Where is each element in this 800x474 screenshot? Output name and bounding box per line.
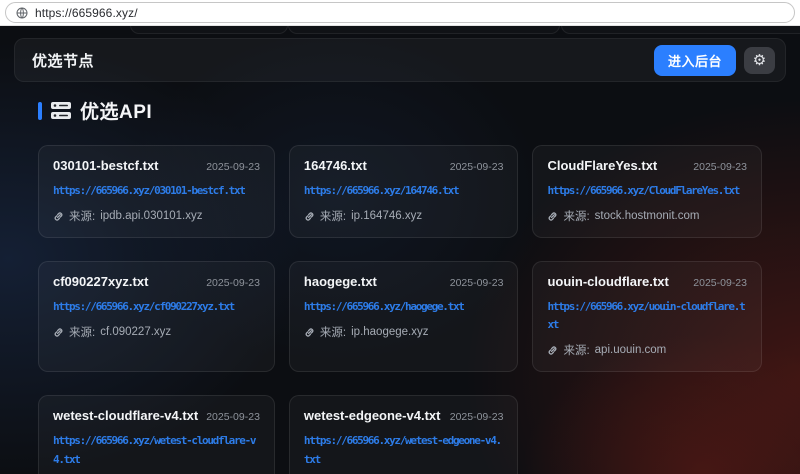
update-date: 2025-09-23 [206, 411, 260, 423]
link-icon [304, 327, 315, 338]
page-title: 优选节点 [32, 50, 654, 71]
file-name: cf090227xyz.txt [53, 274, 148, 289]
update-date: 2025-09-23 [450, 277, 504, 289]
globe-icon [16, 7, 28, 19]
api-card: 030101-bestcf.txt 2025-09-23 https://665… [38, 145, 275, 238]
file-url-link[interactable]: https://665966.xyz/uouin-cloudflare.txt [547, 298, 747, 334]
api-card-grid: 030101-bestcf.txt 2025-09-23 https://665… [38, 145, 762, 474]
scrolled-card-remnant [561, 26, 800, 34]
file-name: wetest-cloudflare-v4.txt [53, 408, 198, 423]
file-url-link[interactable]: https://665966.xyz/164746.txt [304, 182, 504, 200]
browser-chrome: https://665966.xyz/ [0, 0, 800, 26]
file-name: uouin-cloudflare.txt [547, 274, 668, 289]
address-bar[interactable]: https://665966.xyz/ [5, 2, 795, 23]
source-label: 来源: [320, 324, 346, 340]
file-url-link[interactable]: https://665966.xyz/CloudFlareYes.txt [547, 182, 747, 200]
api-card: wetest-edgeone-v4.txt 2025-09-23 https:/… [289, 395, 519, 474]
source-label: 来源: [320, 208, 346, 224]
file-name: haogege.txt [304, 274, 377, 289]
section-header: 优选API [38, 97, 762, 124]
update-date: 2025-09-23 [693, 277, 747, 289]
source-label: 来源: [69, 324, 95, 340]
update-date: 2025-09-23 [206, 277, 260, 289]
update-date: 2025-09-23 [450, 411, 504, 423]
link-icon [547, 345, 558, 356]
link-icon [304, 211, 315, 222]
api-card: 164746.txt 2025-09-23 https://665966.xyz… [289, 145, 519, 238]
source-label: 来源: [563, 342, 589, 358]
link-icon [53, 327, 64, 338]
file-url-link[interactable]: https://665966.xyz/wetest-cloudflare-v4.… [53, 432, 260, 468]
scrolled-card-remnant [130, 26, 288, 34]
api-card: haogege.txt 2025-09-23 https://665966.xy… [289, 261, 519, 372]
page-header: 优选节点 进入后台 ⚙ [14, 38, 786, 82]
api-card: cf090227xyz.txt 2025-09-23 https://66596… [38, 261, 275, 372]
source-label: 来源: [563, 208, 589, 224]
file-url-link[interactable]: https://665966.xyz/wetest-edgeone-v4.txt [304, 432, 504, 468]
settings-button[interactable]: ⚙ [744, 47, 775, 74]
scrolled-card-remnant [288, 26, 560, 34]
file-name: wetest-edgeone-v4.txt [304, 408, 441, 423]
link-icon [53, 211, 64, 222]
file-url-link[interactable]: https://665966.xyz/030101-bestcf.txt [53, 182, 260, 200]
server-stack-icon [51, 102, 71, 119]
file-url-link[interactable]: https://665966.xyz/cf090227xyz.txt [53, 298, 260, 316]
page-background: 优选节点 进入后台 ⚙ 优选API 030101-bestcf.txt 2025… [0, 26, 800, 474]
source-domain: ip.164746.xyz [351, 210, 422, 222]
section-title: 优选API [80, 97, 152, 124]
source-domain: api.uouin.com [595, 344, 667, 356]
update-date: 2025-09-23 [450, 161, 504, 173]
source-domain: cf.090227.xyz [100, 326, 171, 338]
source-domain: stock.hostmonit.com [595, 210, 700, 222]
update-date: 2025-09-23 [693, 161, 747, 173]
link-icon [547, 211, 558, 222]
update-date: 2025-09-23 [206, 161, 260, 173]
source-domain: ipdb.api.030101.xyz [100, 210, 202, 222]
api-card: wetest-cloudflare-v4.txt 2025-09-23 http… [38, 395, 275, 474]
file-name: 030101-bestcf.txt [53, 158, 159, 173]
file-url-link[interactable]: https://665966.xyz/haogege.txt [304, 298, 504, 316]
api-card: uouin-cloudflare.txt 2025-09-23 https://… [532, 261, 762, 372]
file-name: 164746.txt [304, 158, 367, 173]
source-label: 来源: [69, 208, 95, 224]
source-domain: ip.haogege.xyz [351, 326, 428, 338]
url-text: https://665966.xyz/ [35, 6, 138, 20]
file-name: CloudFlareYes.txt [547, 158, 657, 173]
enter-admin-button[interactable]: 进入后台 [654, 45, 736, 76]
accent-bar [38, 102, 42, 120]
gear-icon: ⚙ [753, 53, 766, 68]
api-card: CloudFlareYes.txt 2025-09-23 https://665… [532, 145, 762, 238]
